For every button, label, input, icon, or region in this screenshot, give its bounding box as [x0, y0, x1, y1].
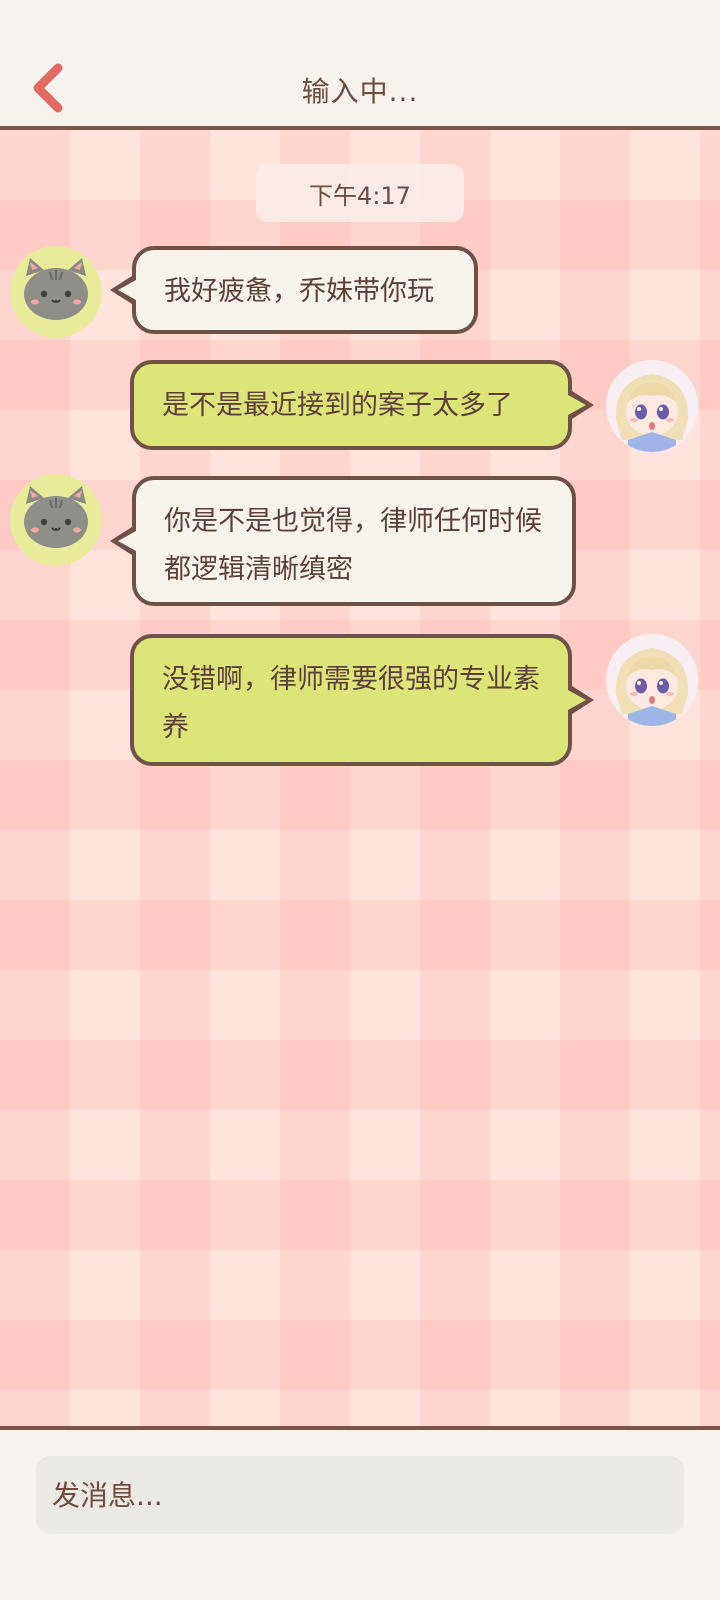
- message-bubble-sent[interactable]: 是不是最近接到的案子太多了: [130, 360, 594, 450]
- user-avatar[interactable]: [606, 634, 698, 726]
- user-avatar[interactable]: [606, 360, 698, 452]
- cat-face-icon: [24, 258, 88, 320]
- message-bubble-sent[interactable]: 没错啊，律师需要很强的专业素养: [130, 634, 594, 766]
- message-text: 你是不是也觉得，律师任何时候都逻辑清晰缜密: [164, 506, 542, 585]
- message-bubble-received[interactable]: 我好疲惫，乔妹带你玩: [110, 246, 478, 334]
- timestamp: 下午4:17: [256, 164, 464, 222]
- cat-face-icon: [24, 486, 88, 548]
- cat-avatar[interactable]: [10, 246, 102, 338]
- message-input-bar: [0, 1430, 720, 1600]
- message-text: 我好疲惫，乔妹带你玩: [164, 276, 434, 307]
- anime-girl-avatar-icon: [606, 360, 698, 452]
- chat-area[interactable]: 下午4:17 我好疲惫，乔妹带你玩 是不是最近接到的案子太多了 你是不是也觉得，…: [0, 130, 720, 1430]
- cat-avatar[interactable]: [10, 474, 102, 566]
- top-bar: 输入中...: [0, 0, 720, 130]
- message-bubble-received[interactable]: 你是不是也觉得，律师任何时候都逻辑清晰缜密: [110, 476, 576, 606]
- message-input[interactable]: [36, 1456, 684, 1534]
- anime-girl-avatar-icon: [606, 634, 698, 726]
- message-text: 是不是最近接到的案子太多了: [162, 390, 513, 421]
- page-title: 输入中...: [301, 75, 419, 108]
- message-text: 没错啊，律师需要很强的专业素养: [162, 664, 540, 743]
